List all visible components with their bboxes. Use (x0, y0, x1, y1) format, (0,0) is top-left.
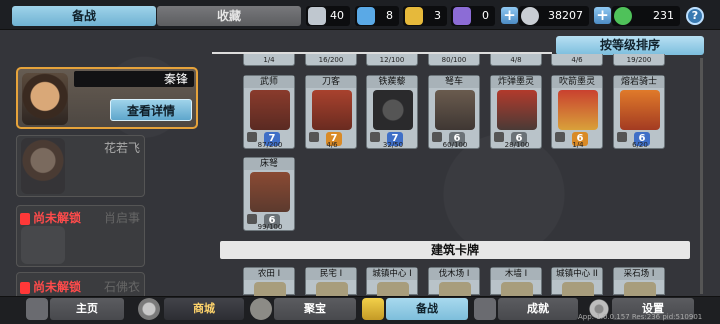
resource-coin: 38207 (519, 6, 589, 26)
nav-prepare[interactable]: 备战 (386, 298, 468, 320)
building-card[interactable]: 城镇中心 I (366, 267, 418, 296)
unit-portrait (558, 90, 598, 130)
partial-card[interactable]: 1/4 (243, 54, 295, 66)
nav-treasure[interactable]: 聚宝 (274, 298, 356, 320)
building-card[interactable]: 民宅 I (305, 267, 357, 296)
partial-card[interactable]: 12/100 (366, 54, 418, 66)
partial-card[interactable]: 4/6 (551, 54, 603, 66)
tab-prepare[interactable]: 备战 (12, 6, 156, 26)
lock-icon (20, 281, 30, 294)
building-card[interactable]: 伐木场 I (428, 267, 480, 296)
building-card[interactable]: 城镇中心 II (551, 267, 603, 296)
hero-card[interactable]: 花若飞 (16, 135, 145, 197)
coin-icon (521, 7, 539, 25)
partial-card[interactable]: 80/100 (428, 54, 480, 66)
resource-silver-value: 40 (330, 9, 344, 22)
unit-portrait (497, 90, 537, 130)
hero-card-locked[interactable]: 尚未解锁 肖启事 (16, 205, 145, 267)
unit-card[interactable]: 刀客 7 4/6 (305, 75, 357, 149)
partial-card[interactable]: 16/200 (305, 54, 357, 66)
unit-type-icon (247, 132, 257, 142)
treasure-icon (250, 298, 272, 320)
view-details-button[interactable]: 查看详情 (110, 99, 192, 121)
resource-blue-value: 8 (386, 9, 393, 22)
building-portrait (254, 282, 286, 296)
resource-gem: 231 (612, 6, 680, 26)
unit-card[interactable]: 床弩 6 99/100 (243, 157, 295, 231)
scrollbar[interactable] (700, 58, 703, 294)
add-coin-button[interactable]: + (501, 7, 518, 24)
building-portrait (439, 282, 471, 296)
unit-card[interactable]: 吹箭墨灵 6 1/4 (551, 75, 603, 149)
unit-type-icon (494, 132, 504, 142)
hero-portrait (21, 226, 65, 264)
locked-label: 尚未解锁 (20, 209, 81, 226)
purple-shield-icon (453, 7, 471, 25)
resource-purple-value: 0 (482, 9, 489, 22)
hero-name: 秦锋 (74, 71, 194, 87)
unit-card[interactable]: 铁蒺藜 7 32/50 (366, 75, 418, 149)
gem-icon (614, 7, 632, 25)
resource-blue: 8 (355, 6, 399, 26)
unit-card[interactable]: 炸弹墨灵 6 28/100 (490, 75, 542, 149)
lock-icon (20, 212, 30, 225)
unit-card[interactable]: 武师 7 87/200 (243, 75, 295, 149)
help-button[interactable]: ? (686, 7, 704, 25)
hero-portrait (21, 138, 65, 194)
unit-type-icon (432, 132, 442, 142)
achievement-icon (474, 298, 496, 320)
nav-home[interactable]: 主页 (50, 298, 124, 320)
unit-portrait (312, 90, 352, 130)
building-card[interactable]: 采石场 I (613, 267, 665, 296)
resource-purple: 0 (451, 6, 495, 26)
hero-name: 石佛衣 (103, 280, 140, 294)
unit-type-icon (555, 132, 565, 142)
cards-icon (362, 298, 384, 320)
unit-portrait (435, 90, 475, 130)
shop-icon (138, 298, 160, 320)
unit-type-icon (247, 214, 257, 224)
partial-card[interactable]: 19/200 (613, 54, 665, 66)
tab-collection[interactable]: 收藏 (157, 6, 301, 26)
resource-gold-value: 3 (434, 9, 441, 22)
home-icon (26, 298, 48, 320)
building-card[interactable]: 木墙 I (490, 267, 542, 296)
building-portrait (316, 282, 348, 296)
partial-card[interactable]: 4/8 (490, 54, 542, 66)
building-portrait (562, 282, 594, 296)
section-title: 建筑卡牌 (220, 241, 690, 259)
hero-name: 肖启事 (103, 211, 140, 225)
unit-portrait (620, 90, 660, 130)
building-portrait (624, 282, 656, 296)
hero-name: 花若飞 (103, 141, 140, 155)
building-portrait (377, 282, 409, 296)
building-portrait (501, 282, 533, 296)
sort-by-level-button[interactable]: 按等级排序 (556, 36, 704, 55)
unit-portrait (250, 172, 290, 212)
unit-type-icon (370, 132, 380, 142)
building-card[interactable]: 农田 I (243, 267, 295, 296)
resource-gem-value: 231 (653, 9, 674, 22)
unit-card[interactable]: 弩车 6 60/100 (428, 75, 480, 149)
locked-label: 尚未解锁 (20, 278, 81, 295)
resource-silver: 40 (306, 6, 350, 26)
silver-shield-icon (308, 7, 326, 25)
blue-shield-icon (357, 7, 375, 25)
unit-type-icon (309, 132, 319, 142)
unit-portrait (373, 90, 413, 130)
hero-portrait (22, 73, 68, 125)
unit-portrait (250, 90, 290, 130)
unit-type-icon (617, 132, 627, 142)
resource-gold: 3 (403, 6, 447, 26)
add-gem-button[interactable]: + (594, 7, 611, 24)
nav-achievements[interactable]: 成就 (498, 298, 578, 320)
unit-card[interactable]: 熔岩骑士 6 6/20 (613, 75, 665, 149)
gold-shield-icon (405, 7, 423, 25)
nav-shop[interactable]: 商城 (164, 298, 244, 320)
version-text: App: 1.0.0.157 Res:236 pid:510901 (578, 313, 703, 321)
resource-coin-value: 38207 (548, 9, 583, 22)
